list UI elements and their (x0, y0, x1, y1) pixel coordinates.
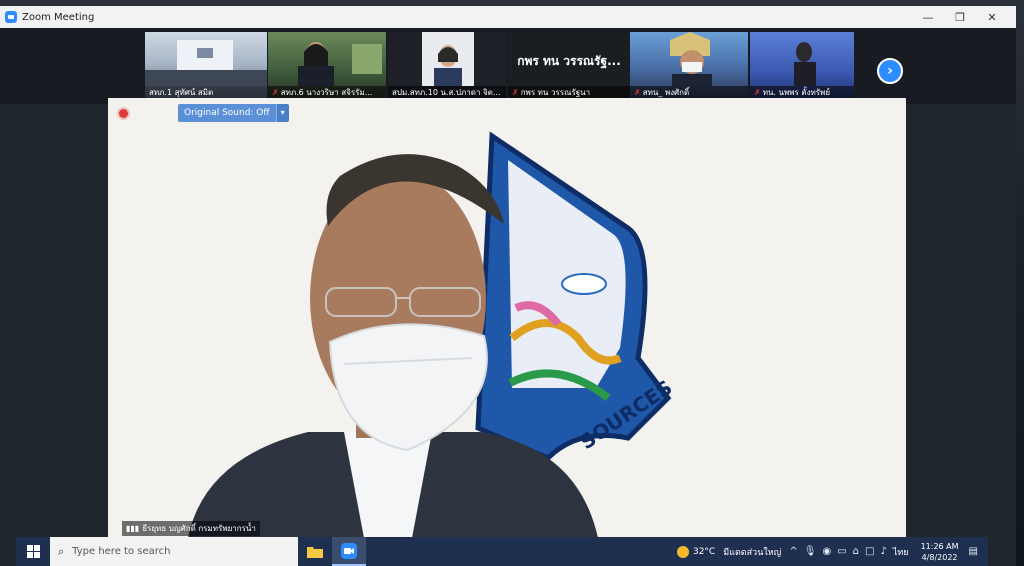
original-sound-control: Original Sound: Off ▾ (178, 104, 289, 122)
window-title: Zoom Meeting (22, 11, 95, 23)
chevron-up-icon[interactable]: ^ (789, 546, 797, 557)
participant-video-icon (298, 42, 382, 86)
mic-off-icon: ✗ (512, 88, 519, 97)
recording-indicator-icon (119, 109, 128, 118)
meet-now-icon[interactable]: ◉ (822, 546, 831, 557)
participant-tile[interactable]: สทภ.1 สุทัศน์ สมิต (145, 32, 267, 100)
file-explorer-button[interactable] (298, 537, 332, 566)
search-icon: ⌕ (58, 544, 65, 558)
minimize-button[interactable]: — (912, 6, 944, 28)
participant-video-icon (422, 32, 474, 86)
volume-icon[interactable]: ♪ (880, 546, 886, 557)
folder-icon (307, 547, 323, 558)
taskbar-search-box[interactable]: ⌕ Type here to search (50, 537, 298, 566)
taskbar-clock[interactable]: 11:26 AM 4/8/2022 (921, 541, 959, 563)
maximize-button[interactable]: ❐ (944, 6, 976, 28)
speaker-name-label: ▮▮▮ ธีรยุทธ บญศักดิ์ กรมทรัพยากรน้ำ (122, 521, 260, 536)
clock-time: 11:26 AM (920, 541, 959, 551)
window-controls: — ❐ ✕ (912, 6, 1008, 28)
active-speaker-video: SOURCES Original Sound: Off ▾ ▮▮▮ ธีรยุท… (108, 98, 906, 538)
weather-temperature[interactable]: 32°C (693, 547, 715, 557)
original-sound-button[interactable]: Original Sound: Off (178, 104, 276, 122)
participant-tile[interactable]: ✗ สทภ.6 นางวริษา สจิรรัม... (268, 32, 386, 100)
participant-video-icon (670, 32, 712, 86)
display-icon[interactable]: □ (865, 546, 874, 557)
notifications-icon[interactable]: ▤ (969, 546, 978, 557)
participant-video-icon (794, 42, 816, 86)
participant-display-name: กพร ทน วรรณรัฐ... (517, 54, 621, 68)
windows-taskbar: ⌕ Type here to search 32°C มีแดดส่วนใหญ่… (16, 537, 988, 566)
search-placeholder: Type here to search (72, 546, 171, 557)
zoom-taskbar-button[interactable] (332, 537, 366, 566)
mic-off-icon: ✗ (754, 88, 761, 97)
system-tray: 32°C มีแดดส่วนใหญ่ ^ 🎙 ◉ ▭ ⌂ □ ♪ ไทย 11:… (676, 537, 984, 566)
original-sound-dropdown[interactable]: ▾ (275, 104, 289, 122)
camera-icon[interactable]: ▭ (837, 546, 846, 557)
signal-bars-icon: ▮▮▮ (126, 524, 140, 533)
speaker-video-frame: SOURCES (108, 98, 906, 538)
mic-off-icon: ✗ (272, 88, 279, 97)
weather-sun-icon[interactable] (676, 545, 689, 558)
network-icon[interactable]: ⌂ (853, 546, 859, 557)
room-video-icon (145, 40, 267, 86)
title-bar: Zoom Meeting — ❐ ✕ (0, 6, 1016, 29)
zoom-app-icon (5, 11, 17, 23)
participant-tile[interactable]: ✗ สทน_ พงศักดิ์ (630, 32, 748, 100)
close-button[interactable]: ✕ (976, 6, 1008, 28)
monitor-frame: Zoom Meeting — ❐ ✕ สทภ.1 สุทัศน์ สมิต ✗ … (0, 0, 1024, 566)
participant-tile[interactable]: ✗ ทน. นพพร ตั้งทรัพย์ (750, 32, 854, 100)
clock-date: 4/8/2022 (921, 552, 958, 562)
microphone-icon[interactable]: 🎙 (804, 546, 817, 557)
participant-tile[interactable]: กพร ทน วรรณรัฐ... ✗ กพร ทน วรรณรัฐนา (508, 32, 630, 100)
input-language[interactable]: ไทย (893, 545, 909, 559)
start-button[interactable] (16, 537, 50, 566)
weather-description[interactable]: มีแดดส่วนใหญ่ (723, 545, 781, 559)
participant-filmstrip: สทภ.1 สุทัศน์ สมิต ✗ สทภ.6 นางวริษา สจิรร… (0, 28, 1016, 104)
windows-logo-icon (26, 545, 40, 558)
next-page-button[interactable]: › (877, 58, 903, 84)
mic-off-icon: ✗ (634, 88, 641, 97)
participant-tile[interactable]: สปม.สทภ.10 น.ส.ปภาดา จิต... (388, 32, 506, 100)
chevron-right-icon: › (887, 63, 893, 79)
screen: Zoom Meeting — ❐ ✕ สทภ.1 สุทัศน์ สมิต ✗ … (0, 6, 1016, 566)
zoom-icon (341, 542, 357, 559)
